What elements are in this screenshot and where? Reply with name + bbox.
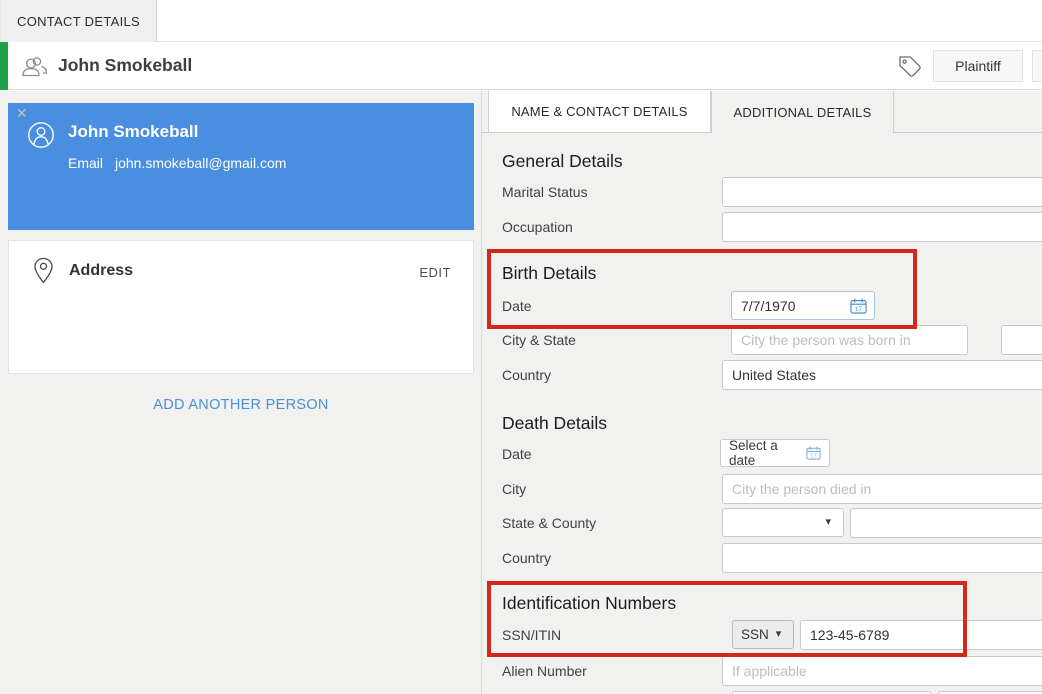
details-panel: NAME & CONTACT DETAILS ADDITIONAL DETAIL… — [482, 91, 1042, 694]
tab-contact-details[interactable]: CONTACT DETAILS — [0, 0, 157, 42]
chevron-down-icon: ▾ — [776, 629, 782, 640]
identification-numbers-heading: Identification Numbers — [502, 593, 676, 614]
person-card-name: John Smokeball — [68, 122, 198, 142]
birth-details-heading: Birth Details — [502, 263, 596, 284]
address-card-title: Address — [69, 262, 133, 280]
svg-text:17: 17 — [855, 306, 863, 313]
birth-country-input[interactable] — [722, 360, 1042, 390]
alien-number-label: Alien Number — [502, 656, 587, 686]
marital-status-label: Marital Status — [502, 177, 588, 207]
contact-type-color-bar — [0, 42, 8, 90]
role-button-plaintiff[interactable]: Plaintiff — [933, 50, 1023, 82]
death-city-label: City — [502, 474, 526, 504]
birth-date-value: 7/7/1970 — [741, 298, 796, 314]
death-date-placeholder: Select a date — [729, 438, 800, 468]
occupation-input[interactable] — [722, 212, 1042, 242]
ssn-type-dropdown[interactable]: SSN ▾ — [732, 620, 794, 649]
person-circle-icon — [27, 121, 55, 149]
close-icon[interactable]: ✕ — [16, 105, 28, 122]
content-area: ✕ John Smokeball Email john.smokeball@gm… — [0, 91, 1042, 694]
address-card: Address EDIT — [8, 240, 474, 374]
svg-text:17: 17 — [810, 453, 816, 459]
tab-name-contact-details-label: NAME & CONTACT DETAILS — [511, 104, 687, 119]
person-card-selected[interactable]: ✕ John Smokeball Email john.smokeball@gm… — [8, 103, 474, 230]
additional-details-form: General Details Marital Status Occupatio… — [482, 91, 1042, 694]
birth-country-label: Country — [502, 360, 551, 390]
death-details-heading: Death Details — [502, 413, 607, 434]
document-tabstrip: CONTACT DETAILS — [0, 0, 1042, 42]
role-button-label: Plaintiff — [955, 58, 1001, 74]
death-date-label: Date — [502, 439, 532, 469]
calendar-icon[interactable]: 17 — [850, 298, 867, 314]
address-edit-link[interactable]: EDIT — [419, 265, 451, 280]
birth-city-state-label: City & State — [502, 325, 576, 355]
death-county-input[interactable] — [850, 508, 1042, 538]
occupation-label: Occupation — [502, 212, 573, 242]
tag-icon — [895, 53, 925, 81]
contact-header: John Smokeball Plaintiff — [0, 42, 1042, 90]
contact-details-window: CONTACT DETAILS John Smokeball Plaintiff — [0, 0, 1042, 694]
chevron-down-icon: ▾ — [825, 517, 831, 528]
ssn-type-value: SSN — [741, 627, 769, 642]
death-state-dropdown[interactable]: ▾ — [722, 508, 844, 537]
death-city-input[interactable] — [722, 474, 1042, 504]
header-secondary-button-partial[interactable] — [1032, 50, 1042, 82]
state-county-label: State & County — [502, 508, 596, 538]
doc-tab-label: CONTACT DETAILS — [17, 14, 140, 29]
calendar-icon: 17 — [806, 446, 821, 460]
marital-status-input[interactable] — [722, 177, 1042, 207]
death-country-label: Country — [502, 543, 551, 573]
email-value: john.smokeball@gmail.com — [115, 155, 286, 171]
death-date-picker[interactable]: Select a date 17 — [720, 439, 830, 467]
location-pin-icon — [33, 257, 54, 285]
tab-name-contact-details[interactable]: NAME & CONTACT DETAILS — [488, 91, 711, 133]
birth-state-input[interactable] — [1001, 325, 1042, 355]
tab-additional-details[interactable]: ADDITIONAL DETAILS — [711, 91, 894, 133]
ssn-number-input[interactable] — [800, 620, 1042, 650]
ssn-itin-label: SSN/ITIN — [502, 620, 561, 650]
people-sidebar: ✕ John Smokeball Email john.smokeball@gm… — [0, 91, 482, 694]
birth-date-label: Date — [502, 291, 532, 321]
add-another-person-link[interactable]: ADD ANOTHER PERSON — [0, 397, 482, 413]
people-icon — [21, 55, 48, 79]
death-country-input[interactable] — [722, 543, 1042, 573]
birth-date-input[interactable]: 7/7/1970 17 — [731, 291, 875, 320]
contact-name-title: John Smokeball — [58, 55, 192, 76]
email-label: Email — [68, 155, 103, 171]
general-details-heading: General Details — [502, 151, 623, 172]
alien-number-input[interactable] — [722, 656, 1042, 686]
birth-city-input[interactable] — [731, 325, 968, 355]
tab-additional-details-label: ADDITIONAL DETAILS — [734, 105, 872, 120]
